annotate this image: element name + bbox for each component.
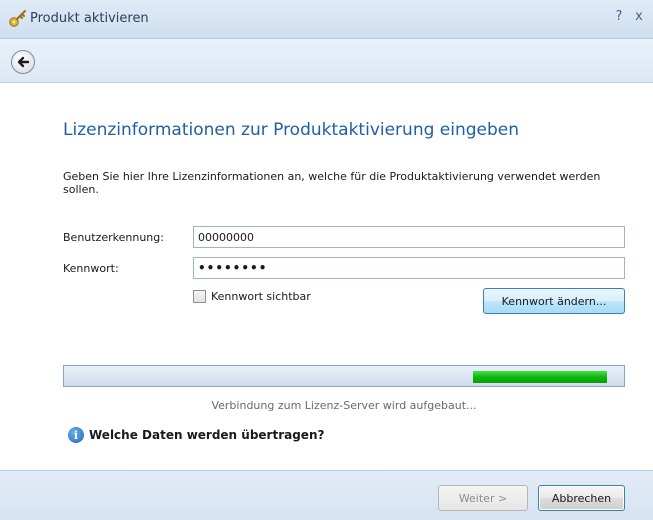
key-icon <box>9 10 26 27</box>
data-info-text: Welche Daten werden übertragen? <box>89 428 325 442</box>
password-label: Kennwort: <box>63 262 119 275</box>
progress-indicator <box>473 371 607 383</box>
user-id-input[interactable] <box>193 226 625 248</box>
page-title: Lizenzinformationen zur Produktaktivieru… <box>63 120 520 140</box>
show-password-checkbox[interactable] <box>193 290 206 303</box>
next-button[interactable]: Weiter > <box>438 485 528 511</box>
user-label: Benutzerkennung: <box>63 231 164 244</box>
password-input[interactable] <box>193 257 625 279</box>
info-icon: i <box>68 427 84 443</box>
back-button[interactable] <box>11 50 35 74</box>
intro-text: Geben Sie hier Ihre Lizenzinformationen … <box>63 170 601 196</box>
help-button[interactable]: ? <box>612 9 626 24</box>
navigation-bar <box>0 39 653 83</box>
status-text: Verbindung zum Lizenz-Server wird aufgeb… <box>211 399 477 412</box>
change-password-button[interactable]: Kennwort ändern... <box>483 288 625 314</box>
data-info-link[interactable]: i Welche Daten werden übertragen? <box>68 427 324 443</box>
arrow-left-icon <box>17 56 30 68</box>
show-password-checkbox-row[interactable]: Kennwort sichtbar <box>193 290 311 303</box>
window-title: Produkt aktivieren <box>30 11 149 26</box>
footer-bar: Weiter > Abbrechen <box>0 470 653 520</box>
cancel-button[interactable]: Abbrechen <box>538 485 625 511</box>
show-password-label: Kennwort sichtbar <box>211 290 311 303</box>
connection-progress-bar <box>63 365 625 387</box>
title-bar: Produkt aktivieren ? x <box>0 0 653 39</box>
close-button[interactable]: x <box>632 9 646 24</box>
